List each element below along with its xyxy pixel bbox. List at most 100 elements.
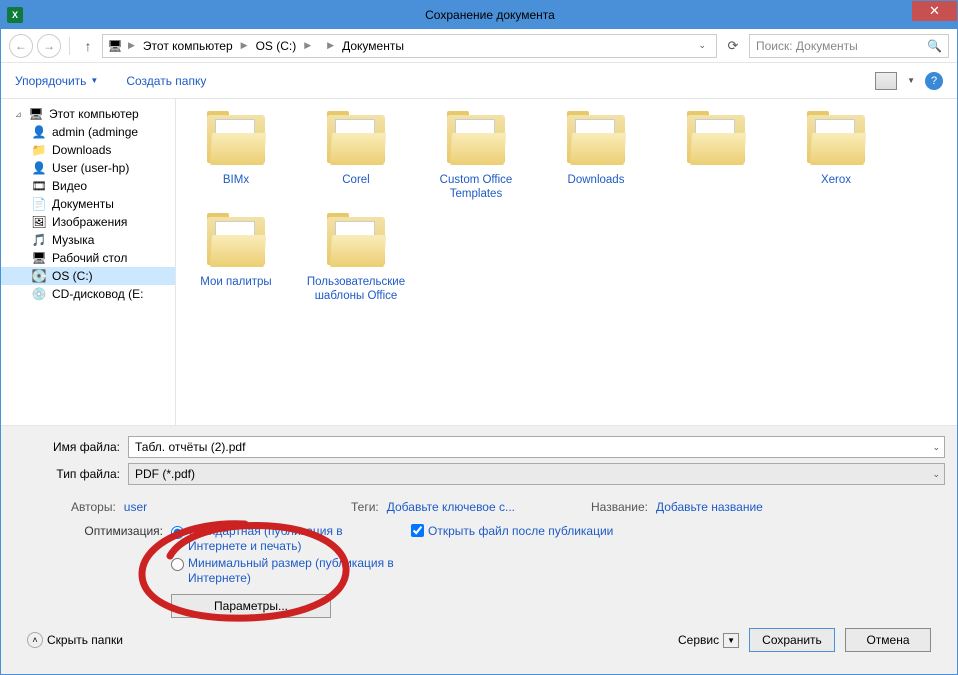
filename-label: Имя файла: <box>13 440 128 454</box>
optimize-standard-radio[interactable]: Стандартная (публикация в Интернете и пе… <box>171 524 401 554</box>
title-value[interactable]: Добавьте название <box>656 500 763 514</box>
radio-input[interactable] <box>171 526 184 539</box>
excel-icon: X <box>7 7 23 23</box>
tree-item[interactable]: 👤 admin (adminge <box>1 123 175 141</box>
title-bar: X Сохранение документа ✕ <box>1 1 957 29</box>
search-icon: 🔍 <box>927 39 942 53</box>
search-input[interactable]: Поиск: Документы 🔍 <box>749 34 949 58</box>
organize-menu[interactable]: Упорядочить ▼ <box>15 74 98 88</box>
title-label: Название: <box>591 500 648 514</box>
folder-item[interactable] <box>666 109 766 201</box>
chevron-right-icon[interactable]: ▶ <box>238 40 251 51</box>
folder-label: Custom Office Templates <box>426 173 526 201</box>
folder-label: Corel <box>342 173 369 187</box>
tree-item[interactable]: 📄Документы <box>1 195 175 213</box>
tree-item[interactable]: 🎵 Музыка <box>1 231 175 249</box>
folder-icon <box>681 109 751 169</box>
folder-label: Downloads <box>568 173 625 187</box>
chevron-down-icon: ▼ <box>723 633 739 648</box>
breadcrumb-dropdown[interactable]: ⌄ <box>692 40 712 51</box>
hide-folders-button[interactable]: ˄ Скрыть папки <box>27 632 123 648</box>
chevron-right-icon[interactable]: ▶ <box>125 40 138 51</box>
tree-item[interactable]: 👤User (user-hp) <box>1 159 175 177</box>
tree-item-label: Рабочий стол <box>52 251 127 265</box>
close-button[interactable]: ✕ <box>912 1 957 21</box>
chevron-up-icon: ˄ <box>27 632 43 648</box>
search-placeholder: Поиск: Документы <box>756 39 858 53</box>
folder-item[interactable]: Пользовательские шаблоны Office <box>306 211 406 303</box>
toolbar: Упорядочить ▼ Создать папку ▼ ? <box>1 63 957 99</box>
tree-item-label: admin (adminge <box>52 125 138 139</box>
item-icon: 🎵 <box>31 233 47 247</box>
tree-item[interactable]: 📁Downloads <box>1 141 175 159</box>
navigation-bar: ← → ↑ 🖥 ▶ Этот компьютер ▶ OS (C:) ▶ ▶ Д… <box>1 29 957 63</box>
folder-item[interactable]: Мои палитры <box>186 211 286 303</box>
service-menu[interactable]: Сервис ▼ <box>678 633 739 648</box>
tree-item[interactable]: 🎞Видео <box>1 177 175 195</box>
checkbox-input[interactable] <box>411 524 424 537</box>
item-icon: 🖥 <box>31 251 47 265</box>
tree-item-label: CD-дисковод (E: <box>52 287 143 301</box>
authors-value[interactable]: user <box>124 500 147 514</box>
folder-item[interactable]: Xerox <box>786 109 886 201</box>
tree-item-label: Изображения <box>52 215 127 229</box>
refresh-button[interactable]: ⟳ <box>721 34 745 58</box>
folder-item[interactable]: Downloads <box>546 109 646 201</box>
optimize-label: Оптимизация: <box>13 524 171 618</box>
folder-label: Мои палитры <box>200 275 271 289</box>
chevron-down-icon[interactable]: ▼ <box>907 76 915 85</box>
chevron-down-icon[interactable]: ⌄ <box>932 442 940 453</box>
folder-item[interactable]: BIMx <box>186 109 286 201</box>
breadcrumb-part[interactable]: OS (C:) <box>253 39 300 53</box>
folder-icon <box>321 211 391 271</box>
filename-input[interactable]: Табл. отчёты (2).pdf ⌄ <box>128 436 945 458</box>
chevron-right-icon[interactable]: ▶ <box>301 40 314 51</box>
item-icon: 💽 <box>31 269 47 283</box>
collapse-icon[interactable]: ⊿ <box>15 110 23 119</box>
forward-button[interactable]: → <box>37 34 61 58</box>
filetype-select[interactable]: PDF (*.pdf) ⌄ <box>128 463 945 485</box>
authors-label: Авторы: <box>71 500 116 514</box>
tree-item-label: OS (C:) <box>52 269 93 283</box>
window-title: Сохранение документа <box>23 8 957 22</box>
save-button[interactable]: Сохранить <box>749 628 835 652</box>
help-button[interactable]: ? <box>925 72 943 90</box>
view-options-button[interactable] <box>875 72 897 90</box>
folder-icon <box>201 109 271 169</box>
breadcrumb-part[interactable]: Документы <box>339 39 407 53</box>
folder-icon <box>801 109 871 169</box>
tree-item-label: Музыка <box>52 233 94 247</box>
tags-label: Теги: <box>351 500 379 514</box>
chevron-down-icon: ▼ <box>90 76 98 85</box>
tree-item[interactable]: 💿CD-дисковод (E: <box>1 285 175 303</box>
tree-item[interactable]: 🖥 Рабочий стол <box>1 249 175 267</box>
tree-root[interactable]: ⊿ 🖥 Этот компьютер <box>1 105 175 123</box>
open-after-checkbox[interactable]: Открыть файл после публикации <box>411 524 613 539</box>
tree-item[interactable]: 🖼Изображения <box>1 213 175 231</box>
computer-icon: 🖥 <box>107 38 123 54</box>
folder-content[interactable]: BIMx Corel Custom Office Templates Downl… <box>176 99 957 425</box>
new-folder-button[interactable]: Создать папку <box>126 74 206 88</box>
folder-icon <box>321 109 391 169</box>
chevron-down-icon[interactable]: ⌄ <box>932 469 940 480</box>
chevron-right-icon[interactable]: ▶ <box>324 40 337 51</box>
parameters-button[interactable]: Параметры... <box>171 594 331 618</box>
radio-input[interactable] <box>171 558 184 571</box>
folder-item[interactable]: Corel <box>306 109 406 201</box>
optimize-minimum-radio[interactable]: Минимальный размер (публикация в Интерне… <box>171 556 401 586</box>
item-icon: 📄 <box>31 197 47 211</box>
up-button[interactable]: ↑ <box>78 36 98 56</box>
breadcrumb-part[interactable]: Этот компьютер <box>140 39 236 53</box>
tree-item-label: Видео <box>52 179 87 193</box>
folder-icon <box>561 109 631 169</box>
item-icon: 👤 <box>31 125 47 139</box>
cancel-button[interactable]: Отмена <box>845 628 931 652</box>
folder-item[interactable]: Custom Office Templates <box>426 109 526 201</box>
sidebar-splitter[interactable] <box>171 99 175 425</box>
back-button[interactable]: ← <box>9 34 33 58</box>
breadcrumb[interactable]: 🖥 ▶ Этот компьютер ▶ OS (C:) ▶ ▶ Докумен… <box>102 34 717 58</box>
folder-icon <box>201 211 271 271</box>
tree-item[interactable]: 💽 OS (C:) <box>1 267 175 285</box>
save-panel: Имя файла: Табл. отчёты (2).pdf ⌄ Тип фа… <box>1 425 957 674</box>
tags-value[interactable]: Добавьте ключевое с... <box>387 500 515 514</box>
